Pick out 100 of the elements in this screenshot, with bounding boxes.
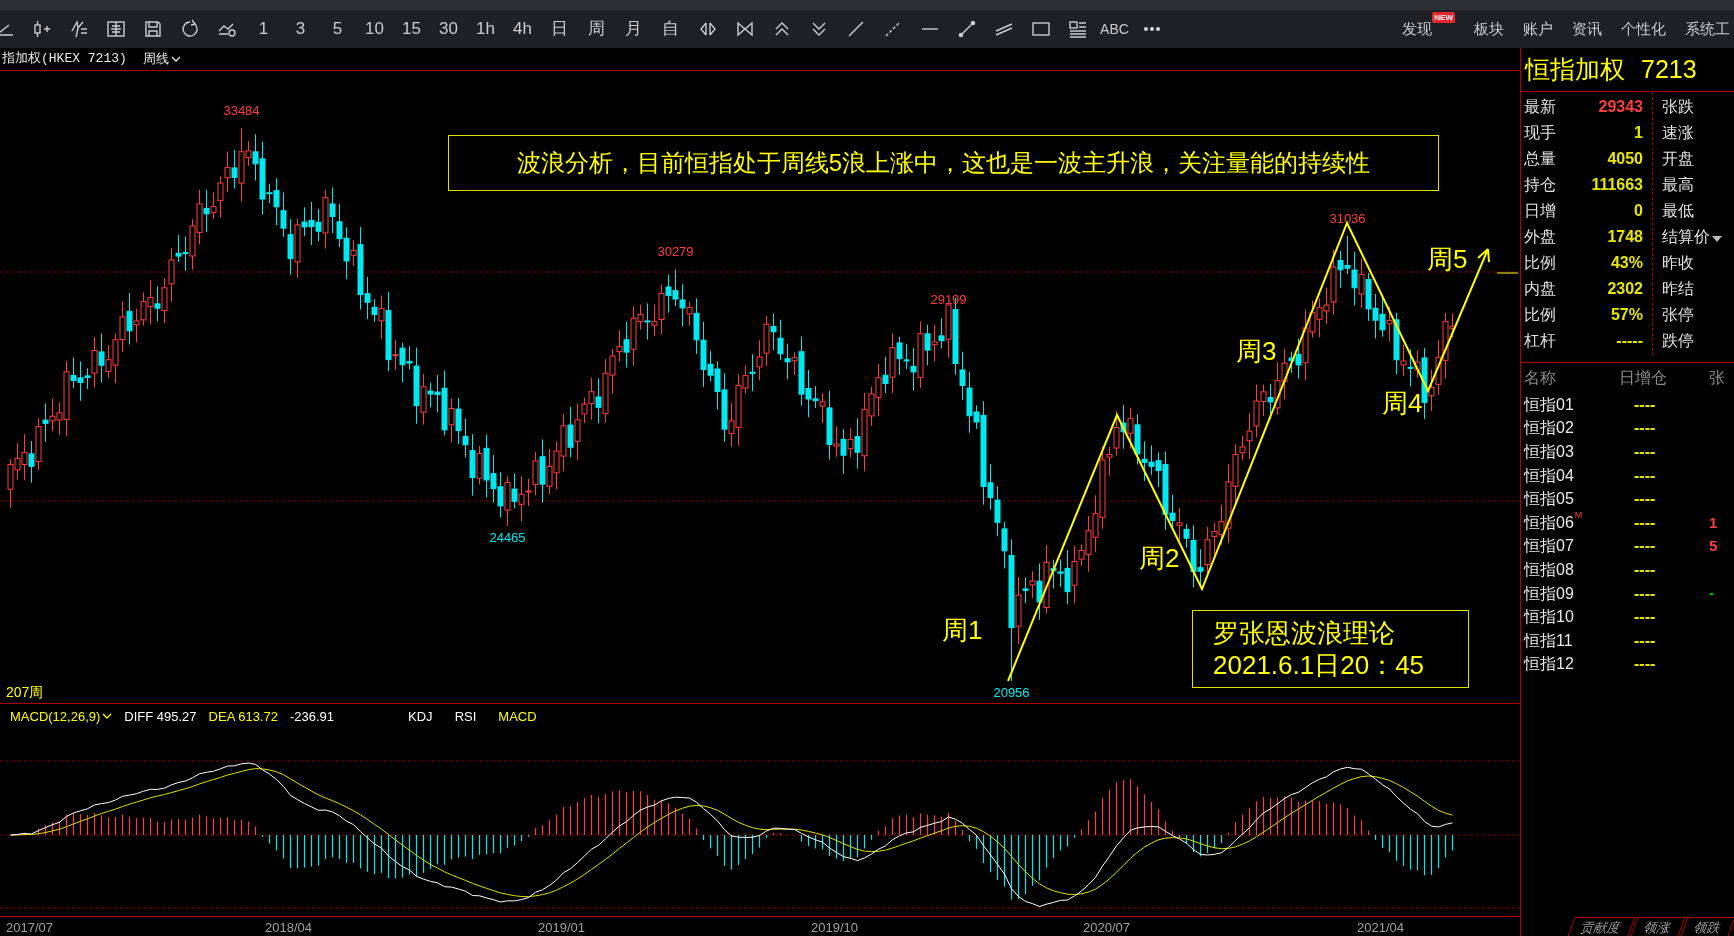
dea-value: DEA 613.72 bbox=[208, 708, 278, 726]
date-label: 2019/10 bbox=[811, 919, 858, 936]
open-interest-change: ---- bbox=[1633, 630, 1657, 651]
quote-value: 0 bbox=[1633, 201, 1643, 221]
symbol-title: 指加权(HKEX 7213) bbox=[2, 50, 127, 69]
period-button[interactable]: 日 bbox=[541, 10, 578, 48]
quote-label: 外盘 bbox=[1523, 227, 1557, 247]
open-interest-change: ---- bbox=[1633, 536, 1657, 557]
contract-name[interactable]: 恒指12 bbox=[1521, 652, 1619, 677]
new-badge: NEW bbox=[1432, 12, 1455, 23]
date-label: 2017/07 bbox=[6, 919, 53, 936]
wave-label: 周4 bbox=[1382, 388, 1423, 418]
price-label: 24465 bbox=[489, 530, 526, 546]
quote-label: 杠杆 bbox=[1523, 331, 1557, 351]
nav-link[interactable]: 板块 bbox=[1474, 10, 1504, 48]
open-interest-change: ---- bbox=[1633, 489, 1657, 510]
quote-label: 跌停 bbox=[1662, 331, 1694, 351]
column-header: 名称 bbox=[1523, 368, 1557, 388]
price-label: 33484 bbox=[223, 103, 260, 118]
quote-label: 现手 bbox=[1523, 123, 1557, 143]
open-interest-change: ---- bbox=[1633, 418, 1657, 439]
contract-name[interactable]: 恒指08 bbox=[1521, 557, 1619, 582]
period-button[interactable]: 15 bbox=[393, 10, 430, 48]
period-button[interactable]: 5 bbox=[319, 10, 356, 48]
period-button[interactable]: 3 bbox=[282, 10, 319, 48]
change-value: - bbox=[1709, 583, 1714, 604]
quote-label: 比例 bbox=[1523, 253, 1557, 273]
period-button[interactable]: 1h bbox=[467, 10, 504, 48]
quote-label: 比例 bbox=[1523, 305, 1557, 325]
contract-name[interactable]: 恒指09 bbox=[1521, 581, 1619, 606]
quote-value: 2302 bbox=[1606, 279, 1643, 299]
price-label: 31036 bbox=[1329, 211, 1366, 227]
nav-link[interactable]: 发现 bbox=[1402, 10, 1433, 48]
column-header: 日增仓 bbox=[1619, 368, 1668, 388]
column-header: 张 bbox=[1709, 368, 1725, 388]
indicator-tab[interactable]: RSI bbox=[454, 707, 477, 727]
contract-name[interactable]: 恒指03 bbox=[1521, 440, 1619, 464]
price-label: 20956 bbox=[993, 685, 1030, 700]
open-interest-change: ---- bbox=[1633, 512, 1657, 533]
contract-name[interactable]: 恒指11 bbox=[1521, 628, 1619, 653]
indicator-dropdown[interactable]: MACD(12,26,9) bbox=[10, 707, 113, 727]
open-interest-change: ---- bbox=[1633, 583, 1657, 604]
price-label: 30279 bbox=[657, 244, 694, 260]
contract-name[interactable]: 恒指02 bbox=[1521, 416, 1619, 441]
macd-value: -236.91 bbox=[289, 708, 335, 726]
period-button[interactable]: 4h bbox=[504, 10, 541, 48]
indicator-tab[interactable]: MACD bbox=[498, 707, 537, 727]
quote-label: 日增 bbox=[1523, 201, 1557, 221]
date-label: 2020/07 bbox=[1083, 919, 1130, 936]
banner-text: 波浪分析，目前恒指处于周线5浪上涨中，这也是一波主升浪，关注量能的持续性 bbox=[448, 135, 1439, 191]
period-button[interactable]: 1 bbox=[245, 10, 282, 48]
quote-label: 最低 bbox=[1662, 201, 1694, 221]
quote-value: 1748 bbox=[1606, 227, 1643, 247]
quote-value: 1 bbox=[1633, 123, 1643, 143]
period-button[interactable]: 月 bbox=[615, 10, 652, 48]
indicator-tab[interactable]: KDJ bbox=[408, 707, 433, 727]
date-label: 2018/04 bbox=[265, 919, 312, 936]
period-button[interactable]: 10 bbox=[356, 10, 393, 48]
quote-label: 开盘 bbox=[1662, 149, 1694, 169]
quote-label: 昨结 bbox=[1662, 279, 1694, 299]
nav-link[interactable]: 资讯 bbox=[1572, 10, 1602, 48]
period-dropdown[interactable]: 周线 bbox=[142, 49, 181, 69]
wave-label: 周5 bbox=[1427, 244, 1468, 274]
quote-label: 内盘 bbox=[1523, 279, 1557, 299]
quote-value: 43% bbox=[1609, 253, 1643, 273]
date-label: 2019/01 bbox=[538, 919, 585, 936]
quote-value: 111663 bbox=[1590, 175, 1643, 195]
period-button[interactable]: 30 bbox=[430, 10, 467, 48]
quote-value: 29343 bbox=[1597, 97, 1643, 117]
wave-label: 周1 bbox=[942, 615, 983, 645]
period-button[interactable]: 周 bbox=[578, 10, 615, 48]
text-tool-button[interactable]: ABC bbox=[1096, 10, 1133, 48]
price-label: 29199 bbox=[930, 292, 967, 308]
quote-label: 速涨 bbox=[1662, 123, 1694, 143]
contract-name[interactable]: 恒指07 bbox=[1521, 534, 1619, 559]
change-value: 5 bbox=[1709, 536, 1718, 557]
contract-name[interactable]: 恒指04 bbox=[1521, 463, 1619, 488]
wave-label: 周2 bbox=[1139, 543, 1180, 573]
quote-value: 57% bbox=[1609, 305, 1643, 325]
quote-value: ----- bbox=[1615, 331, 1643, 351]
nav-link[interactable]: 系统工 bbox=[1685, 10, 1730, 48]
open-interest-change: ---- bbox=[1633, 442, 1657, 462]
open-interest-change: ---- bbox=[1633, 607, 1657, 628]
bar-count: 207周 bbox=[6, 683, 44, 702]
instrument-name: 恒指加权 bbox=[1525, 53, 1625, 85]
contract-name[interactable]: 恒指10 bbox=[1521, 605, 1619, 630]
quote-value: 4050 bbox=[1606, 149, 1643, 169]
nav-link[interactable]: 账户 bbox=[1523, 10, 1553, 48]
open-interest-change: ---- bbox=[1633, 654, 1657, 675]
quote-label: 结算价 bbox=[1662, 227, 1710, 247]
nav-link[interactable]: 个性化 bbox=[1621, 10, 1666, 48]
note-text: 2021.6.1日20：45 bbox=[1213, 649, 1426, 681]
quote-label: 最高 bbox=[1662, 175, 1694, 195]
period-button[interactable]: 自 bbox=[652, 10, 689, 48]
change-value: 1 bbox=[1709, 512, 1718, 533]
contract-name[interactable]: 恒指01 bbox=[1521, 392, 1619, 417]
date-label: 2021/04 bbox=[1357, 919, 1404, 936]
open-interest-change: ---- bbox=[1633, 465, 1657, 486]
quote-label: 昨收 bbox=[1662, 253, 1694, 273]
quote-label: 张跌 bbox=[1662, 97, 1694, 117]
